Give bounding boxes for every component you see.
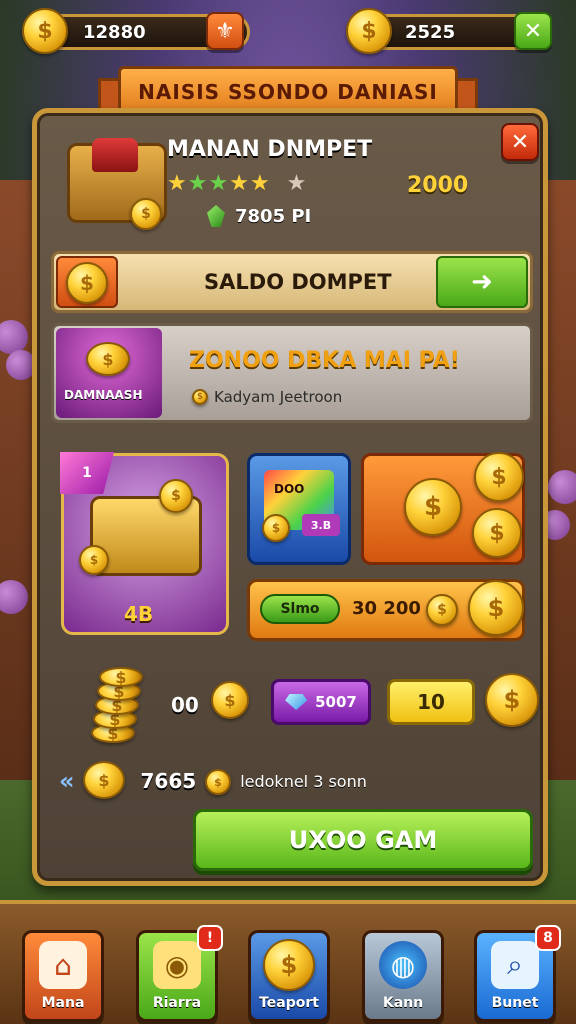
saldo-go-button[interactable]: ➜ bbox=[436, 256, 528, 308]
star-icon: ★ bbox=[167, 171, 188, 196]
rating-stars: ★★★★★ ★ bbox=[167, 171, 307, 196]
promo-title: ZONOO DBKA MAI PA! bbox=[189, 348, 460, 373]
nav-label: Kann bbox=[382, 995, 424, 1011]
grape-decoration bbox=[548, 470, 576, 504]
star-icon: ★ bbox=[249, 171, 271, 196]
nav-item-mana[interactable]: ⌂ Mana bbox=[22, 930, 104, 1022]
arrow-icon: ➜ bbox=[471, 267, 493, 297]
main-action-label: UXOO GAM bbox=[288, 826, 438, 854]
shop-panel: ✕ MANAN DNMPET ★★★★★ ★ 2000 7805 PI SALD… bbox=[32, 108, 548, 886]
gem-cost: 7805 PI bbox=[207, 205, 311, 227]
coin-icon bbox=[22, 8, 68, 54]
nav-item-riarra[interactable]: ◉ Riarra ! bbox=[136, 925, 223, 1022]
coin-icon bbox=[83, 761, 125, 799]
coin-icon bbox=[404, 478, 462, 536]
transfer-description: ledoknel 3 sonn bbox=[240, 771, 367, 791]
coin-icon bbox=[262, 514, 290, 542]
transfer-arrows-icon: « bbox=[59, 767, 75, 795]
count-label: 10 bbox=[417, 690, 445, 714]
bundle-value: 4B bbox=[124, 602, 154, 626]
item-price: 2000 bbox=[407, 173, 469, 198]
nav-label: Teaport bbox=[259, 995, 319, 1011]
card-pack-label: DOO bbox=[274, 482, 305, 496]
top-resource-bar: 12880 ⚜ 2525 ✕ bbox=[20, 8, 556, 54]
coin-icon bbox=[474, 452, 524, 502]
coin-icon bbox=[159, 479, 193, 513]
sale-text: 30 200 bbox=[352, 598, 421, 619]
coin-icon bbox=[485, 673, 539, 727]
sale-pill: Slmo bbox=[260, 594, 340, 624]
coin-icon bbox=[86, 342, 130, 376]
coin-icon bbox=[211, 681, 249, 719]
bundle-badge: 1 bbox=[60, 452, 114, 494]
star-icon: ★ bbox=[229, 171, 250, 196]
notification-badge: 8 bbox=[535, 925, 561, 951]
chest-icon bbox=[67, 138, 167, 230]
coin-icon bbox=[192, 389, 208, 405]
diamond-icon bbox=[285, 694, 308, 710]
transfer-row: « 7665 ledoknel 3 sonn bbox=[59, 761, 529, 801]
treasure-chest-icon bbox=[79, 479, 202, 576]
coin-stack-icon bbox=[81, 663, 151, 743]
coin-icon bbox=[66, 262, 108, 304]
item-name: MANAN DNMPET bbox=[167, 137, 373, 162]
bottom-navigation: ⌂ Mana ◉ Riarra ! Teaport ◍ Kann ⌕ Bunet… bbox=[0, 900, 576, 1024]
nav-label: Bunet bbox=[491, 995, 539, 1011]
coin-icon bbox=[99, 667, 143, 687]
nav-label: Mana bbox=[41, 995, 85, 1011]
coin-pack-offer[interactable] bbox=[361, 452, 525, 565]
coin-icon bbox=[472, 508, 522, 558]
home-icon: ⌂ bbox=[39, 941, 87, 989]
gem-purchase-label: 5007 bbox=[315, 693, 357, 711]
star-icon: ★ bbox=[187, 171, 209, 196]
panel-close-button[interactable]: ✕ bbox=[501, 123, 539, 161]
coin-quantity: 00 bbox=[171, 693, 199, 717]
nav-item-kann[interactable]: ◍ Kann bbox=[362, 930, 444, 1022]
main-action-button[interactable]: UXOO GAM bbox=[193, 809, 533, 871]
nav-label: Riarra bbox=[152, 995, 202, 1011]
promo-description: Kadyam Jeetroon bbox=[192, 388, 342, 406]
star-icon: ★ bbox=[208, 171, 230, 196]
coin-stack-row: 00 5007 10 bbox=[61, 663, 539, 743]
gems-value: 2525 bbox=[405, 22, 456, 43]
star-empty-icon: ★ bbox=[286, 171, 308, 196]
notification-badge: ! bbox=[197, 925, 223, 951]
count-button[interactable]: 10 bbox=[387, 679, 475, 725]
close-icon[interactable]: ✕ bbox=[514, 12, 552, 50]
coin-icon bbox=[346, 8, 392, 54]
promo-image: DAMNAASH bbox=[56, 328, 162, 418]
globe-icon: ◍ bbox=[379, 941, 427, 989]
coins-value: 12880 bbox=[83, 22, 146, 43]
card-pack-tag: 3.B bbox=[302, 514, 340, 536]
promo-subtitle: DAMNAASH bbox=[64, 388, 143, 402]
coin-icon bbox=[263, 939, 315, 991]
sale-offer-bar[interactable]: Slmo 30 200 bbox=[247, 579, 525, 641]
coin-icon bbox=[468, 580, 524, 636]
nav-item-bunet[interactable]: ⌕ Bunet 8 bbox=[474, 925, 561, 1022]
banner-title: NAISIS SSONDO DANIASI bbox=[138, 80, 438, 104]
fleur-icon[interactable]: ⚜ bbox=[206, 12, 244, 50]
search-icon: ⌕ bbox=[491, 941, 539, 989]
saldo-coin-box bbox=[56, 256, 118, 308]
coin-icon bbox=[205, 769, 231, 795]
bag-icon: ◉ bbox=[153, 941, 201, 989]
transfer-amount: 7665 bbox=[140, 769, 197, 793]
saldo-bar[interactable]: SALDO DOMPET ➜ bbox=[51, 251, 533, 313]
promo-desc-text: Kadyam Jeetroon bbox=[214, 388, 343, 406]
gem-purchase-button[interactable]: 5007 bbox=[271, 679, 371, 725]
gem-icon bbox=[207, 205, 225, 227]
bundle-offer-card[interactable]: 1 4B bbox=[60, 452, 229, 635]
nav-item-teaport[interactable]: Teaport bbox=[248, 930, 330, 1022]
coin-icon bbox=[79, 545, 109, 575]
card-pack-offer[interactable]: DOO 3.B bbox=[247, 453, 351, 565]
saldo-label: SALDO DOMPET bbox=[204, 270, 392, 294]
coin-icon bbox=[130, 198, 162, 230]
coin-icon bbox=[426, 594, 458, 626]
gem-cost-value: 7805 PI bbox=[235, 205, 312, 227]
promo-card[interactable]: DAMNAASH ZONOO DBKA MAI PA! Kadyam Jeetr… bbox=[51, 323, 533, 423]
